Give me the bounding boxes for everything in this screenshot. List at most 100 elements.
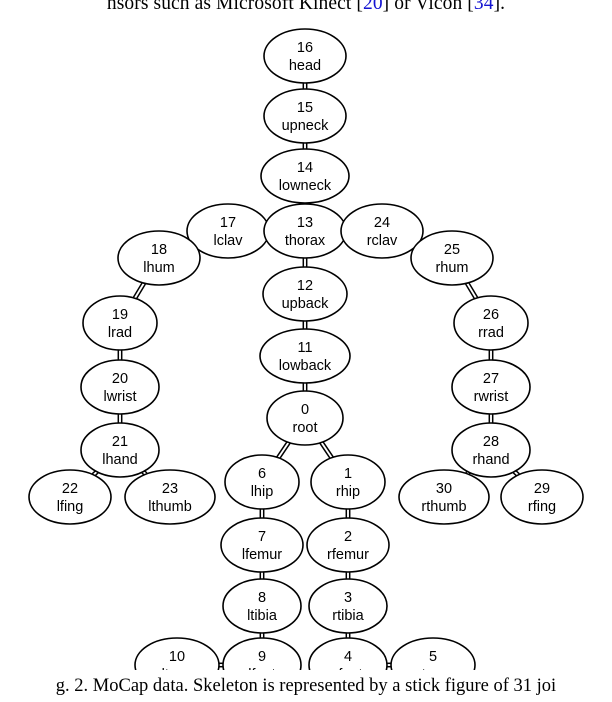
joint-node-rfoot[interactable]: 4 rfoot bbox=[308, 637, 388, 670]
joint-node-shape-lhand bbox=[80, 422, 160, 478]
graph-edge-rhip-to-rfemur bbox=[345, 509, 351, 518]
joint-node-rtibia[interactable]: 3 rtibia bbox=[308, 578, 388, 634]
joint-node-shape-rhip bbox=[310, 454, 386, 510]
joint-index-lwrist: 20 bbox=[112, 371, 128, 387]
joint-node-shape-lwrist bbox=[80, 359, 160, 415]
joint-index-rwrist: 27 bbox=[483, 371, 499, 387]
joint-index-rthumb: 30 bbox=[436, 481, 452, 497]
joint-index-upneck: 15 bbox=[297, 100, 313, 116]
graph-nodes-layer: 16head15upneck14lowneck17lclav13thorax24… bbox=[28, 28, 584, 670]
joint-node-shape-lfemur bbox=[220, 517, 304, 573]
joint-node-rhand[interactable]: 28 rhand bbox=[451, 422, 531, 478]
joint-index-ltoes: 10 bbox=[169, 649, 185, 665]
joint-index-rrad: 26 bbox=[483, 307, 499, 323]
joint-node-rthumb[interactable]: 30 rthumb bbox=[398, 469, 490, 525]
joint-node-rwrist[interactable]: 27 rwrist bbox=[451, 359, 531, 415]
joint-node-shape-rhum bbox=[410, 230, 494, 286]
joint-node-ltibia[interactable]: 8 ltibia bbox=[222, 578, 302, 634]
joint-node-rrad[interactable]: 26 rrad bbox=[453, 295, 529, 351]
joint-node-shape-ltibia bbox=[222, 578, 302, 634]
joint-node-lthumb[interactable]: 23 lthumb bbox=[124, 469, 216, 525]
figure-caption: g. 2. MoCap data. Skeleton is represente… bbox=[55, 676, 557, 696]
graph-edge-thorax-to-upback bbox=[302, 258, 308, 267]
joint-label-lfing: lfing bbox=[57, 499, 84, 515]
joint-node-lclav[interactable]: 17 lclav bbox=[186, 203, 270, 259]
graph-edge-root-to-lhip bbox=[276, 441, 291, 460]
joint-index-thorax: 13 bbox=[297, 215, 313, 231]
joint-index-lfing: 22 bbox=[62, 481, 78, 497]
joint-label-lhand: lhand bbox=[102, 452, 137, 468]
body-text-prefix: nsors such as Microsoft Kinect [ bbox=[106, 0, 363, 14]
graph-edge-root-to-rhip bbox=[319, 441, 334, 460]
graph-edge-rwrist-to-rhand bbox=[488, 414, 494, 423]
joint-node-rtoes[interactable]: 5 rtoes bbox=[390, 637, 476, 670]
joint-node-shape-lhip bbox=[224, 454, 300, 510]
graph-edge-lhip-to-lfemur bbox=[259, 509, 265, 518]
joint-node-rfing[interactable]: 29 rfing bbox=[500, 469, 584, 525]
joint-index-lfoot: 9 bbox=[258, 649, 266, 665]
joint-node-lowneck[interactable]: 14 lowneck bbox=[260, 148, 350, 204]
joint-node-shape-rwrist bbox=[451, 359, 531, 415]
joint-label-upback: upback bbox=[282, 296, 330, 312]
graph-edge-upneck-to-lowneck bbox=[302, 143, 308, 149]
joint-label-lrad: lrad bbox=[108, 325, 132, 341]
citation-reference-20[interactable]: 20 bbox=[363, 0, 383, 14]
page-body-text-line: nsors such as Microsoft Kinect [20] or V… bbox=[0, 0, 612, 15]
joint-node-rhip[interactable]: 1 rhip bbox=[310, 454, 386, 510]
joint-node-shape-rtibia bbox=[308, 578, 388, 634]
joint-node-lhip[interactable]: 6 lhip bbox=[224, 454, 300, 510]
joint-label-lhum: lhum bbox=[143, 260, 174, 276]
joint-label-rfemur: rfemur bbox=[327, 547, 369, 563]
joint-index-rhand: 28 bbox=[483, 434, 499, 450]
body-text-suffix: ]. bbox=[493, 0, 506, 14]
joint-node-thorax[interactable]: 13 thorax bbox=[263, 203, 347, 259]
joint-node-shape-rclav bbox=[340, 203, 424, 259]
joint-node-lwrist[interactable]: 20 lwrist bbox=[80, 359, 160, 415]
joint-label-rtibia: rtibia bbox=[332, 608, 364, 624]
joint-node-lowback[interactable]: 11 lowback bbox=[259, 328, 351, 384]
joint-node-head[interactable]: 16 head bbox=[263, 28, 347, 84]
graph-edge-lrad-to-lwrist bbox=[117, 350, 123, 360]
joint-index-lhum: 18 bbox=[151, 242, 167, 258]
joint-label-rhum: rhum bbox=[435, 260, 468, 276]
joint-label-rhand: rhand bbox=[472, 452, 509, 468]
joint-node-ltoes[interactable]: 10 ltoes bbox=[134, 637, 220, 670]
joint-index-rtoes: 5 bbox=[429, 649, 437, 665]
joint-index-rtibia: 3 bbox=[344, 590, 352, 606]
joint-node-rhum[interactable]: 25 rhum bbox=[410, 230, 494, 286]
joint-label-rrad: rrad bbox=[478, 325, 504, 341]
graph-edge-lhum-to-lrad bbox=[132, 281, 147, 300]
joint-node-lhand[interactable]: 21 lhand bbox=[80, 422, 160, 478]
joint-node-rclav[interactable]: 24 rclav bbox=[340, 203, 424, 259]
joint-node-rfemur[interactable]: 2 rfemur bbox=[306, 517, 390, 573]
joint-node-shape-upback bbox=[262, 266, 348, 322]
joint-node-root[interactable]: 0 root bbox=[266, 390, 344, 446]
joint-node-shape-upneck bbox=[263, 88, 347, 144]
joint-node-shape-lclav bbox=[186, 203, 270, 259]
joint-node-upneck[interactable]: 15 upneck bbox=[263, 88, 347, 144]
joint-node-upback[interactable]: 12 upback bbox=[262, 266, 348, 322]
joint-node-shape-lrad bbox=[82, 295, 158, 351]
joint-node-lrad[interactable]: 19 lrad bbox=[82, 295, 158, 351]
joint-node-lfemur[interactable]: 7 lfemur bbox=[220, 517, 304, 573]
joint-label-rtoes: rtoes bbox=[417, 667, 449, 670]
joint-node-lfing[interactable]: 22 lfing bbox=[28, 469, 112, 525]
joint-label-rhip: rhip bbox=[336, 484, 360, 500]
joint-label-lclav: lclav bbox=[213, 233, 243, 249]
graph-edge-head-to-upneck bbox=[302, 83, 308, 89]
joint-label-ltibia: ltibia bbox=[247, 608, 278, 624]
joint-node-shape-head bbox=[263, 28, 347, 84]
joint-node-shape-rrad bbox=[453, 295, 529, 351]
joint-node-lfoot[interactable]: 9 lfoot bbox=[222, 637, 302, 670]
joint-node-shape-lthumb bbox=[124, 469, 216, 525]
joint-node-shape-root bbox=[266, 390, 344, 446]
joint-index-rhip: 1 bbox=[344, 466, 352, 482]
joint-label-rthumb: rthumb bbox=[421, 499, 466, 515]
graph-edge-lfemur-to-ltibia bbox=[259, 572, 265, 579]
joint-label-lowneck: lowneck bbox=[279, 178, 332, 194]
joint-label-lwrist: lwrist bbox=[103, 389, 136, 405]
joint-node-lhum[interactable]: 18 lhum bbox=[117, 230, 201, 286]
joint-index-rfemur: 2 bbox=[344, 529, 352, 545]
joint-index-lrad: 19 bbox=[112, 307, 128, 323]
citation-reference-34[interactable]: 34 bbox=[474, 0, 494, 14]
